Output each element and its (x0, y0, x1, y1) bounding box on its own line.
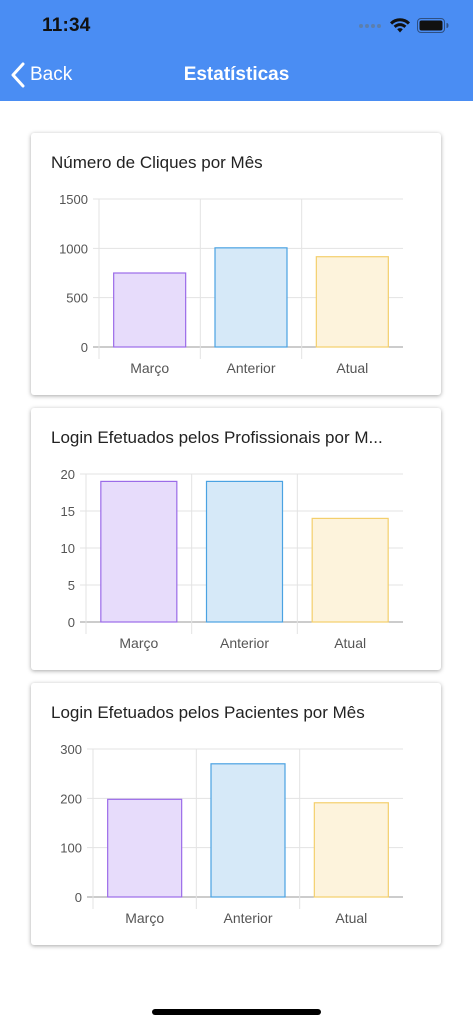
wifi-icon (390, 18, 410, 33)
status-icons (359, 16, 449, 36)
chart-card-clicks: Número de Cliques por Mês 0 500 1000 1500 Ma… (31, 133, 441, 395)
y-tick-label: 300 (60, 742, 82, 757)
y-tick-label: 5 (68, 578, 75, 593)
chart-card-patient-logins: Login Efetuados pelos Pacientes por Mês … (31, 683, 441, 945)
battery-icon (417, 18, 449, 33)
y-tick-label: 0 (68, 615, 75, 630)
bar-atual (311, 517, 389, 623)
app-header: 11:34 Back Estatísticas (0, 0, 473, 101)
y-tick-label: 20 (61, 467, 75, 482)
bar-anterior (214, 247, 288, 348)
y-tick-label: 0 (75, 890, 82, 905)
y-tick-label: 10 (61, 541, 75, 556)
bar-maro (113, 272, 187, 348)
status-time: 11:34 (42, 15, 91, 36)
y-tick-label: 15 (61, 504, 75, 519)
x-tick-label: Atual (334, 635, 366, 651)
x-tick-label: Março (125, 910, 164, 926)
x-tick-label: Março (130, 360, 169, 376)
bar-anterior (210, 763, 286, 898)
bar-maro (100, 480, 178, 623)
bar-atual (315, 256, 389, 348)
page-title: Estatísticas (183, 64, 290, 85)
y-tick-label: 500 (66, 291, 88, 306)
x-tick-label: Anterior (226, 360, 275, 376)
home-indicator (152, 1009, 321, 1015)
x-tick-label: Atual (335, 910, 367, 926)
y-tick-label: 1500 (59, 192, 88, 207)
bar-maro (107, 798, 183, 898)
x-tick-label: Anterior (223, 910, 272, 926)
bar-anterior (205, 480, 284, 623)
y-tick-label: 0 (81, 340, 88, 355)
bar-chart-clicks: 0 500 1000 1500 Março Anterior Atual (59, 192, 403, 376)
x-tick-label: Anterior (220, 635, 269, 651)
bar-chart-professional-logins: 0 5 10 15 20 Março Anterior Atual (61, 467, 403, 651)
y-tick-label: 200 (60, 791, 82, 806)
bar-chart-patient-logins: 0 100 200 300 Março Anterior Atual (60, 742, 403, 926)
signal-icon (359, 24, 383, 30)
y-tick-label: 100 (60, 841, 82, 856)
bar-atual (313, 802, 389, 898)
x-tick-label: Atual (336, 360, 368, 376)
y-tick-label: 1000 (59, 241, 88, 256)
chart-card-professional-logins: Login Efetuados pelos Profissionais por … (31, 408, 441, 670)
x-tick-label: Março (119, 635, 158, 651)
